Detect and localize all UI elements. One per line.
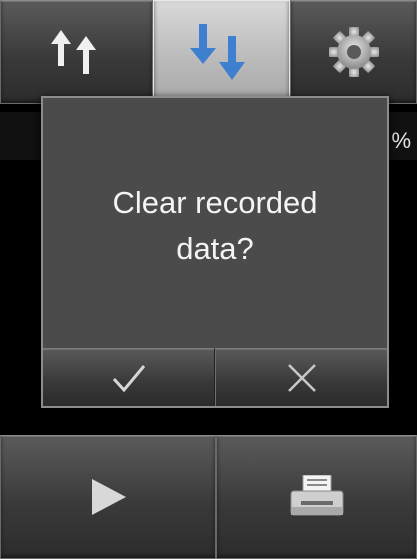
play-button[interactable] [0, 435, 216, 559]
checkmark-icon [112, 364, 145, 392]
readout-value: % [391, 128, 411, 153]
printer-icon [290, 475, 343, 516]
dialog-message-line1: Clear recorded [112, 185, 318, 220]
upload-arrows-icon [50, 30, 96, 74]
tab-settings[interactable] [290, 0, 417, 104]
cancel-button[interactable] [215, 348, 387, 406]
play-icon [92, 479, 126, 515]
close-icon [287, 363, 316, 392]
download-arrows-icon [189, 24, 245, 80]
confirm-button[interactable] [43, 348, 215, 406]
tab-download[interactable] [153, 0, 290, 104]
tab-upload[interactable] [0, 0, 153, 104]
dialog-message: Clear recorded data? [43, 180, 387, 272]
print-button[interactable] [216, 435, 417, 559]
clear-data-dialog: Clear recorded data? [41, 96, 389, 408]
gear-icon [328, 27, 379, 77]
dialog-message-line2: data? [176, 231, 254, 266]
